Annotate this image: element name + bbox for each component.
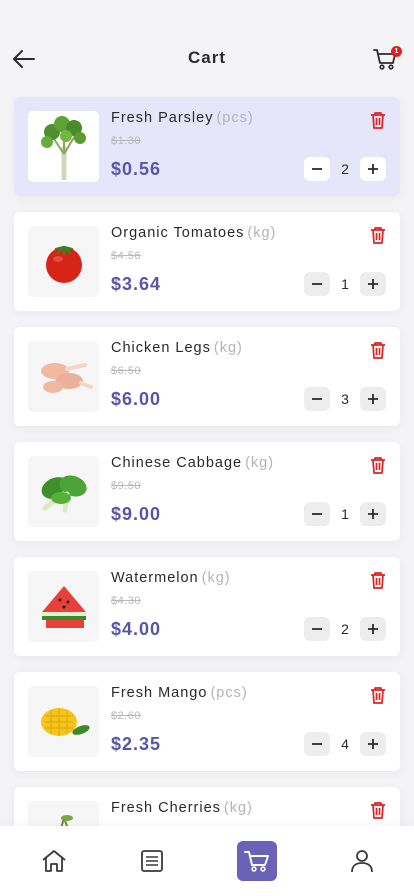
- cart-item[interactable]: Fresh Parsley (pcs) $1.30 $0.56 2: [14, 97, 400, 196]
- plus-icon: [368, 739, 378, 749]
- price: $2.35: [111, 734, 162, 754]
- item-name: Watermelon (kg): [111, 570, 231, 586]
- delete-button[interactable]: [369, 685, 387, 705]
- item-name: Organic Tomatoes (kg): [111, 225, 277, 241]
- delete-button[interactable]: [369, 225, 387, 245]
- mango-image: [28, 686, 99, 757]
- minus-icon: [312, 283, 322, 285]
- minus-icon: [312, 513, 322, 515]
- plus-icon: [368, 279, 378, 289]
- tab-home[interactable]: [34, 841, 74, 881]
- plus-icon: [368, 624, 378, 634]
- quantity-stepper: 1: [304, 502, 386, 526]
- increase-button[interactable]: [360, 732, 386, 756]
- quantity-stepper: 1: [304, 272, 386, 296]
- cart-item[interactable]: Watermelon (kg) $4.30 $4.00 2: [14, 557, 400, 656]
- plus-icon: [368, 164, 378, 174]
- decrease-button[interactable]: [304, 732, 330, 756]
- minus-icon: [312, 628, 322, 630]
- bottom-tab-bar: [0, 826, 414, 896]
- trash-icon: [371, 112, 385, 129]
- price: $6.00: [111, 389, 162, 409]
- chicken-legs-image: [28, 341, 99, 412]
- parsley-image: [28, 111, 99, 182]
- trash-icon: [371, 572, 385, 589]
- cart-item[interactable]: Organic Tomatoes (kg) $4.56 $3.64 1: [14, 212, 400, 311]
- quantity-value: 4: [341, 736, 349, 752]
- trash-icon: [371, 457, 385, 474]
- minus-icon: [312, 168, 322, 170]
- cart-badge: 1: [391, 46, 402, 57]
- quantity-stepper: 4: [304, 732, 386, 756]
- delete-button[interactable]: [369, 340, 387, 360]
- cabbage-image: [28, 456, 99, 527]
- quantity-stepper: 2: [304, 617, 386, 641]
- cart-item[interactable]: Fresh Mango (pcs) $2.60 $2.35 4: [14, 672, 400, 771]
- item-name: Fresh Mango (pcs): [111, 685, 248, 701]
- increase-button[interactable]: [360, 502, 386, 526]
- decrease-button[interactable]: [304, 272, 330, 296]
- plus-icon: [368, 509, 378, 519]
- trash-icon: [371, 342, 385, 359]
- trash-icon: [371, 802, 385, 819]
- delete-button[interactable]: [369, 110, 387, 130]
- minus-icon: [312, 743, 322, 745]
- item-name: Chicken Legs (kg): [111, 340, 243, 356]
- quantity-value: 3: [341, 391, 349, 407]
- cart-item[interactable]: Chinese Cabbage (kg) $9.50 $9.00 1: [14, 442, 400, 541]
- home-icon: [42, 850, 66, 872]
- item-name: Chinese Cabbage (kg): [111, 455, 275, 471]
- page-title: Cart: [187, 48, 226, 67]
- item-name: Fresh Parsley (pcs): [111, 110, 254, 126]
- price: $3.64: [111, 274, 162, 294]
- price: $4.00: [111, 619, 162, 639]
- watermelon-image: [28, 571, 99, 642]
- increase-button[interactable]: [360, 272, 386, 296]
- quantity-stepper: 2: [304, 157, 386, 181]
- tab-orders[interactable]: [132, 841, 172, 881]
- increase-button[interactable]: [360, 157, 386, 181]
- old-price: $4.30: [111, 595, 142, 607]
- increase-button[interactable]: [360, 617, 386, 641]
- tab-profile[interactable]: [342, 841, 382, 881]
- trash-icon: [371, 687, 385, 704]
- decrease-button[interactable]: [304, 387, 330, 411]
- list-icon: [141, 850, 163, 872]
- decrease-button[interactable]: [304, 617, 330, 641]
- minus-icon: [312, 398, 322, 400]
- old-price: $9.50: [111, 480, 142, 492]
- cart-button[interactable]: 1: [372, 44, 402, 72]
- item-name: Fresh Cherries (kg): [111, 800, 253, 816]
- decrease-button[interactable]: [304, 502, 330, 526]
- price: $0.56: [111, 159, 162, 179]
- quantity-value: 1: [341, 276, 349, 292]
- old-price: $2.60: [111, 710, 142, 722]
- delete-button[interactable]: [369, 455, 387, 475]
- old-price: $4.56: [111, 250, 142, 262]
- cart-icon: [244, 851, 269, 872]
- old-price: $6.50: [111, 365, 142, 377]
- cart-item[interactable]: Chicken Legs (kg) $6.50 $6.00 3: [14, 327, 400, 426]
- user-icon: [351, 850, 373, 873]
- tomato-image: [28, 226, 99, 297]
- quantity-stepper: 3: [304, 387, 386, 411]
- quantity-value: 2: [341, 621, 349, 637]
- cart-list: Fresh Parsley (pcs) $1.30 $0.56 2 Organic…: [14, 97, 400, 896]
- quantity-value: 2: [341, 161, 349, 177]
- delete-button[interactable]: [369, 570, 387, 590]
- quantity-value: 1: [341, 506, 349, 522]
- price: $9.00: [111, 504, 162, 524]
- header: Cart 1: [0, 0, 414, 96]
- tab-cart[interactable]: [237, 841, 277, 881]
- delete-button[interactable]: [369, 800, 387, 820]
- decrease-button[interactable]: [304, 157, 330, 181]
- old-price: $1.30: [111, 135, 142, 147]
- trash-icon: [371, 227, 385, 244]
- plus-icon: [368, 394, 378, 404]
- increase-button[interactable]: [360, 387, 386, 411]
